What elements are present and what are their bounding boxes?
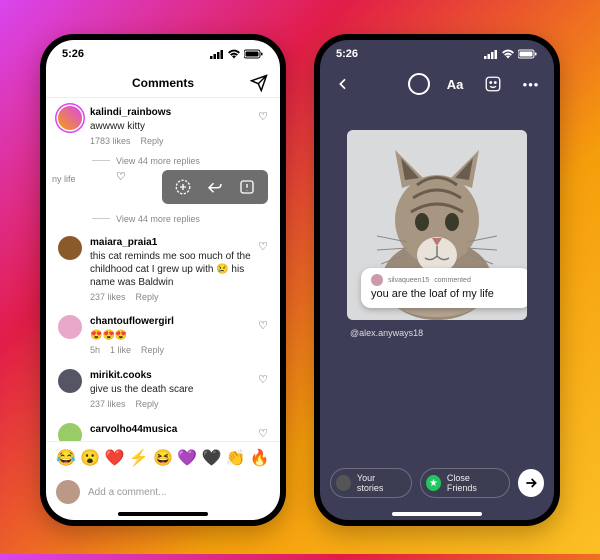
emoji-quick-row: 😂 😮 ❤️ ⚡ 😆 💜 🖤 👏 🔥 bbox=[46, 441, 280, 474]
emoji-reaction[interactable]: ❤️ bbox=[105, 448, 125, 468]
sticker-button[interactable] bbox=[480, 71, 506, 97]
heart-icon[interactable]: ♡ bbox=[258, 110, 268, 124]
comment-likes[interactable]: 1 like bbox=[110, 345, 131, 357]
comment-item: carvolho44musica ♡ bbox=[46, 415, 280, 441]
avatar[interactable] bbox=[58, 315, 82, 339]
comment-username[interactable]: maiara_praia1 bbox=[90, 236, 252, 249]
your-stories-chip[interactable]: Your stories bbox=[330, 468, 412, 498]
comment-snippet: ny life bbox=[52, 174, 76, 184]
emoji-reaction[interactable]: 😆 bbox=[153, 448, 173, 468]
story-image[interactable]: silvaqueen15 commented you are the loaf … bbox=[347, 130, 527, 320]
comment-username[interactable]: carvolho44musica bbox=[90, 423, 252, 436]
report-icon[interactable] bbox=[238, 178, 256, 196]
comments-list[interactable]: kalindi_rainbows awwww kitty 1783 likes … bbox=[46, 98, 280, 441]
battery-icon bbox=[518, 49, 538, 59]
back-button[interactable] bbox=[330, 71, 356, 97]
emoji-reaction[interactable]: ⚡ bbox=[129, 448, 149, 468]
comment-username[interactable]: kalindi_rainbows bbox=[90, 106, 252, 119]
effects-button[interactable] bbox=[408, 73, 430, 95]
share-icon[interactable] bbox=[250, 74, 268, 92]
star-icon: ★ bbox=[426, 475, 441, 491]
comment-item: chantouflowergirl 😍😍😍 5h 1 like Reply ♡ bbox=[46, 307, 280, 361]
avatar[interactable] bbox=[58, 236, 82, 260]
comment-reply[interactable]: Reply bbox=[136, 292, 159, 304]
comment-item: kalindi_rainbows awwww kitty 1783 likes … bbox=[46, 98, 280, 152]
overlay-action: commented bbox=[434, 277, 471, 284]
status-bar: 5:26 bbox=[320, 40, 554, 68]
phone-story-editor: 5:26 bbox=[314, 34, 560, 526]
comment-time: 5h bbox=[90, 345, 100, 357]
comment-likes[interactable]: 237 likes bbox=[90, 399, 126, 411]
comment-text: 😍😍😍 bbox=[90, 330, 127, 341]
text-tool-button[interactable]: Aa bbox=[442, 71, 468, 97]
home-indicator bbox=[118, 512, 208, 516]
add-to-story-icon[interactable] bbox=[174, 178, 192, 196]
story-share-bar: Your stories ★ Close Friends bbox=[320, 458, 554, 508]
signal-icon bbox=[484, 49, 498, 59]
your-stories-avatar bbox=[336, 475, 351, 491]
comment-reply[interactable]: Reply bbox=[141, 136, 164, 148]
comment-item-selected: ny life ♡ bbox=[46, 170, 280, 210]
close-friends-chip[interactable]: ★ Close Friends bbox=[420, 468, 510, 498]
reply-arrow-icon[interactable] bbox=[206, 178, 224, 196]
comment-item: maiara_praia1 this cat reminds me soo mu… bbox=[46, 228, 280, 308]
story-toolbar: Aa ••• bbox=[320, 68, 554, 100]
story-canvas[interactable]: silvaqueen15 commented you are the loaf … bbox=[320, 100, 554, 458]
comment-username[interactable]: chantouflowergirl bbox=[90, 315, 252, 328]
comment-reply[interactable]: Reply bbox=[141, 345, 164, 357]
heart-icon[interactable]: ♡ bbox=[258, 319, 268, 333]
overlay-user: silvaqueen15 bbox=[388, 277, 429, 284]
emoji-reaction[interactable]: 👏 bbox=[226, 448, 246, 468]
comment-reply[interactable]: Reply bbox=[136, 399, 159, 411]
chip-label: Your stories bbox=[357, 473, 401, 493]
chip-label: Close Friends bbox=[447, 473, 499, 493]
status-time: 5:26 bbox=[336, 48, 358, 60]
send-story-button[interactable] bbox=[518, 469, 544, 497]
comments-title: Comments bbox=[132, 76, 194, 90]
emoji-reaction[interactable]: 😮 bbox=[80, 448, 100, 468]
comment-likes[interactable]: 1783 likes bbox=[90, 136, 131, 148]
emoji-reaction[interactable]: 💜 bbox=[177, 448, 197, 468]
heart-icon[interactable]: ♡ bbox=[258, 240, 268, 254]
comment-likes[interactable]: 237 likes bbox=[90, 292, 126, 304]
battery-icon bbox=[244, 49, 264, 59]
comment-overlay-sticker[interactable]: silvaqueen15 commented you are the loaf … bbox=[361, 268, 527, 308]
comment-username[interactable]: mirikit.cooks bbox=[90, 369, 252, 382]
emoji-reaction[interactable]: 🖤 bbox=[201, 448, 221, 468]
emoji-reaction[interactable]: 🔥 bbox=[250, 448, 270, 468]
wifi-icon bbox=[227, 49, 241, 59]
comments-header: Comments bbox=[46, 68, 280, 98]
comment-text: this cat reminds me soo much of the chil… bbox=[90, 251, 251, 288]
view-more-replies[interactable]: View 44 more replies bbox=[46, 210, 280, 228]
more-button[interactable]: ••• bbox=[518, 71, 544, 97]
comment-item: mirikit.cooks give us the death scare 23… bbox=[46, 361, 280, 415]
comment-text: awwww kitty bbox=[90, 121, 145, 132]
comment-context-menu bbox=[162, 170, 268, 204]
view-more-replies[interactable]: View 44 more replies bbox=[46, 152, 280, 170]
overlay-message: you are the loaf of my life bbox=[371, 288, 521, 300]
avatar[interactable] bbox=[58, 423, 82, 441]
comment-input[interactable]: Add a comment... bbox=[88, 487, 270, 498]
emoji-reaction[interactable]: 😂 bbox=[56, 448, 76, 468]
status-time: 5:26 bbox=[62, 48, 84, 60]
wifi-icon bbox=[501, 49, 515, 59]
signal-icon bbox=[210, 49, 224, 59]
heart-icon[interactable]: ♡ bbox=[258, 427, 268, 441]
comment-text: give us the death scare bbox=[90, 384, 193, 395]
self-avatar[interactable] bbox=[56, 480, 80, 504]
status-icons bbox=[484, 49, 538, 59]
status-icons bbox=[210, 49, 264, 59]
overlay-avatar bbox=[371, 274, 383, 286]
avatar[interactable] bbox=[58, 369, 82, 393]
avatar[interactable] bbox=[58, 106, 82, 130]
status-bar: 5:26 bbox=[46, 40, 280, 68]
comment-composer: Add a comment... bbox=[46, 474, 280, 508]
phone-comments: 5:26 Comments bbox=[40, 34, 286, 526]
mention-tag[interactable]: @alex.anyways18 bbox=[320, 328, 423, 338]
home-indicator bbox=[392, 512, 482, 516]
heart-icon[interactable]: ♡ bbox=[258, 373, 268, 387]
heart-icon[interactable]: ♡ bbox=[116, 170, 126, 183]
